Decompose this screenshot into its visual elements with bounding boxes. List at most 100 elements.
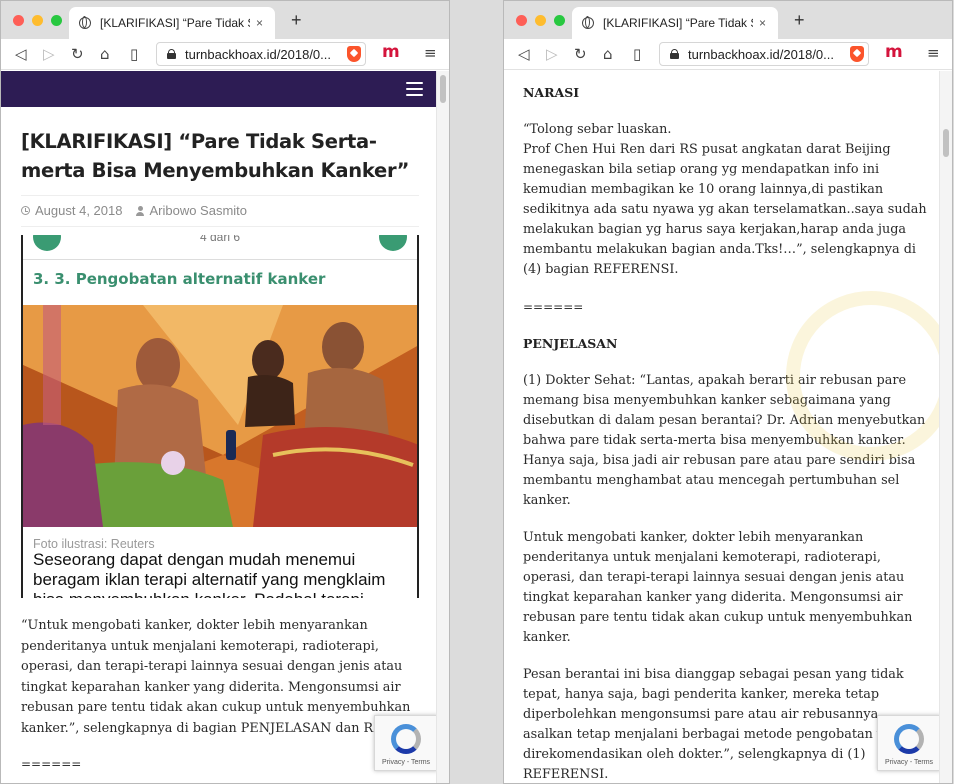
reload-icon[interactable]: ↻ [574, 44, 587, 64]
scrollbar[interactable] [939, 71, 952, 783]
scrollbar-thumb[interactable] [440, 75, 446, 103]
new-tab-button[interactable]: + [291, 10, 302, 31]
text-line: penderitanya untuk menjalani kemoterapi,… [21, 638, 379, 654]
reload-icon[interactable]: ↻ [71, 44, 84, 64]
text-line: “Tolong sebar luaskan. [523, 122, 672, 137]
recaptcha-links[interactable]: Privacy - Terms [375, 759, 437, 766]
text-line: rebusan pare tentu tidak akan cukup untu… [523, 610, 913, 625]
recaptcha-links[interactable]: Privacy - Terms [878, 759, 940, 766]
text-line: membantu menghambat atau mencegah pertum… [523, 473, 900, 488]
narasi-paragraph: “Tolong sebar luaskan. Prof Chen Hui Ren… [523, 120, 930, 280]
tab-bar: [KLARIFIKASI] “Pare Tidak Serta-m × + [1, 1, 449, 39]
globe-icon [582, 16, 594, 29]
text-line: operasi, dan terapi-terapi lainnya sesua… [523, 570, 905, 585]
zoom-window-button[interactable] [554, 15, 565, 26]
address-bar[interactable]: turnbackhoax.id/2018/0... [156, 42, 366, 66]
separator: ====== [21, 757, 82, 771]
tab-title: [KLARIFIKASI] “Pare Tidak Serta-m [100, 16, 250, 30]
browser-tab[interactable]: [KLARIFIKASI] “Pare Tidak Serta-m × [572, 7, 778, 39]
tent-photo [23, 305, 417, 527]
photo-illustration [23, 305, 417, 527]
hamburger-menu-icon[interactable] [406, 82, 423, 96]
forward-icon[interactable]: ▷ [546, 44, 558, 64]
text-line: kanker. [523, 493, 571, 508]
forward-icon[interactable]: ▷ [43, 44, 55, 64]
clock-icon [21, 206, 30, 215]
text-line: “Untuk mengobati kanker, dokter lebih me… [21, 618, 368, 633]
close-window-button[interactable] [516, 15, 527, 26]
tab-close-icon[interactable]: × [256, 16, 263, 30]
menu-icon[interactable]: ≡ [424, 44, 437, 62]
next-slide-icon[interactable] [379, 235, 407, 251]
home-icon[interactable]: ⌂ [603, 44, 613, 64]
recaptcha-badge[interactable]: Privacy - Terms [374, 715, 437, 771]
bookmark-icon[interactable]: ▯ [633, 44, 641, 64]
text-line: membantu melakukan bagian anda.Tks!…”, s… [523, 242, 917, 257]
article-title: [KLARIFIKASI] “Pare Tidak Serta-merta Bi… [21, 130, 410, 182]
url-text: turnbackhoax.id/2018/0... [688, 46, 834, 62]
browser-window-left: [KLARIFIKASI] “Pare Tidak Serta-m × + ◁ … [0, 0, 450, 784]
text-line: asalkan tetap menjalani berbagai metode … [523, 727, 909, 742]
text-line: REFERENSI. [523, 767, 609, 782]
recaptcha-badge[interactable]: Privacy - Terms [877, 715, 940, 771]
text-line: Pesan berantai ini bisa dianggap sebagai… [523, 667, 904, 682]
zoom-window-button[interactable] [51, 15, 62, 26]
embed-heading: 3. 3. Pengobatan alternatif kanker [33, 270, 326, 288]
new-tab-button[interactable]: + [794, 10, 805, 31]
text-line: direkomendasikan oleh dokter.”, selengka… [523, 747, 866, 762]
brave-shield-icon[interactable] [347, 46, 361, 62]
extension-m-icon[interactable]: m [885, 42, 903, 62]
tab-bar: [KLARIFIKASI] “Pare Tidak Serta-m × + [504, 1, 952, 39]
extension-m-icon[interactable]: m [382, 42, 400, 62]
text-line: kanker.”, selengkapnya di bagian PENJELA… [21, 720, 437, 736]
penjelasan-paragraph-2: Untuk mengobati kanker, dokter lebih men… [523, 528, 930, 648]
minimize-window-button[interactable] [32, 15, 43, 26]
page-content: NARASI “Tolong sebar luaskan. Prof Chen … [504, 71, 940, 783]
text-line: rebusan pare tentu tidak akan cukup untu… [21, 700, 411, 715]
home-icon[interactable]: ⌂ [100, 44, 110, 64]
penjelasan-paragraph-3: Pesan berantai ini bisa dianggap sebagai… [523, 665, 930, 783]
back-icon[interactable]: ◁ [15, 44, 27, 64]
pager-label: 4 dari 6 [199, 235, 241, 244]
close-window-button[interactable] [13, 15, 24, 26]
scrollbar-thumb[interactable] [943, 129, 949, 157]
browser-toolbar: ◁ ▷ ↻ ⌂ ▯ turnbackhoax.id/2018/0... m ≡ [1, 39, 449, 70]
minimize-window-button[interactable] [535, 15, 546, 26]
embed-caption-line-3: bisa menyembuhkan kanker. Padahal terapi [23, 588, 417, 598]
text-line: menegaskan bila setiap orang yg mendapat… [523, 162, 880, 177]
browser-tab[interactable]: [KLARIFIKASI] “Pare Tidak Serta-m × [69, 7, 275, 39]
globe-icon [79, 16, 91, 29]
menu-icon[interactable]: ≡ [927, 44, 940, 62]
post-date[interactable]: August 4, 2018 [35, 203, 122, 218]
summary-paragraph: “Untuk mengobati kanker, dokter lebih me… [1, 598, 437, 739]
embedded-screenshot: 4 dari 6 3. 3. Pengobatan alternatif kan… [21, 235, 419, 598]
text-line: operasi, dan terapi-terapi lainnya sesua… [21, 659, 403, 674]
post-author[interactable]: Aribowo Sasmito [149, 203, 247, 218]
text-line: tingkat keparahan kanker yang diderita. … [21, 679, 401, 695]
brave-shield-icon[interactable] [850, 46, 864, 62]
recaptcha-icon [894, 724, 924, 754]
embed-pager-bar: 4 dari 6 [23, 235, 417, 260]
text-line: tepat, hanya saja, bagi penderita kanker… [523, 687, 880, 702]
text-line: kanker. [523, 630, 571, 645]
back-icon[interactable]: ◁ [518, 44, 530, 64]
text-line: penderitanya untuk menjalani kemoterapi,… [523, 550, 881, 565]
address-bar[interactable]: turnbackhoax.id/2018/0... [659, 42, 869, 66]
lock-icon [670, 49, 679, 59]
page-content: [KLARIFIKASI] “Pare Tidak Serta-merta Bi… [1, 71, 437, 783]
bookmark-icon[interactable]: ▯ [130, 44, 138, 64]
user-icon [136, 205, 145, 216]
text-line: (4) bagian REFERENSI. [523, 262, 679, 277]
tab-close-icon[interactable]: × [759, 16, 766, 30]
tab-title: [KLARIFIKASI] “Pare Tidak Serta-m [603, 16, 753, 30]
text-line: sedikitnya ada satu nyawa yg akan tersel… [523, 202, 927, 217]
browser-window-right: [KLARIFIKASI] “Pare Tidak Serta-m × + ◁ … [503, 0, 953, 784]
lock-icon [167, 49, 176, 59]
scrollbar[interactable] [436, 71, 449, 783]
url-text: turnbackhoax.id/2018/0... [185, 46, 331, 62]
browser-toolbar: ◁ ▷ ↻ ⌂ ▯ turnbackhoax.id/2018/0... m ≡ [504, 39, 952, 70]
text-line: Untuk mengobati kanker, dokter lebih men… [523, 530, 864, 545]
section-heading-narasi: NARASI [523, 85, 580, 100]
text-line: kemudian membagikan ke 10 orang lainnya,… [523, 182, 884, 197]
text-line: Prof Chen Hui Ren dari RS pusat angkatan… [523, 142, 891, 157]
